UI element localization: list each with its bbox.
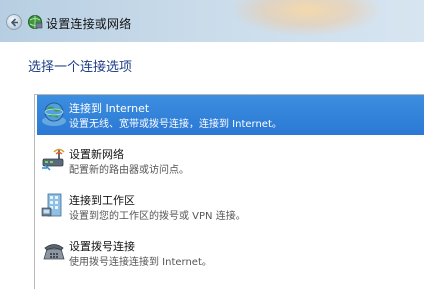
option-description: 使用拨号连接连接到 Internet。 (69, 257, 212, 268)
title-glow (232, 0, 382, 36)
option-title: 连接到工作区 (69, 194, 135, 207)
title-bar: 设置连接或网络 (0, 0, 424, 42)
router-icon (42, 148, 65, 171)
option-description: 设置到您的工作区的拨号或 VPN 连接。 (69, 211, 246, 222)
option-description: 配置新的路由器或访问点。 (69, 165, 189, 176)
option-description: 设置无线、宽带或拨号连接，连接到 Internet。 (69, 119, 282, 130)
network-globe-icon (28, 15, 43, 29)
back-arrow-icon (10, 18, 18, 27)
option-title: 设置新网络 (69, 148, 124, 161)
workplace-icon (41, 193, 62, 217)
option-setup-dialup[interactable]: 设置拨号连接 使用拨号连接连接到 Internet。 (37, 233, 424, 273)
option-connect-internet[interactable]: 连接到 Internet 设置无线、宽带或拨号连接，连接到 Internet。 (37, 95, 424, 135)
dialup-phone-icon (43, 244, 65, 260)
option-connect-workplace[interactable]: 连接到工作区 设置到您的工作区的拨号或 VPN 连接。 (37, 187, 424, 227)
connection-options-list[interactable]: 连接到 Internet 设置无线、宽带或拨号连接，连接到 Internet。 … (34, 94, 424, 289)
globe-network-icon (42, 102, 66, 126)
option-title: 设置拨号连接 (69, 240, 135, 253)
content-area: 选择一个连接选项 连接到 Internet 设置无线、宽带或拨号连接，连接到 I… (0, 42, 424, 289)
window-title: 设置连接或网络 (46, 17, 132, 31)
page-heading: 选择一个连接选项 (28, 60, 133, 75)
option-title: 连接到 Internet (69, 102, 150, 115)
back-button[interactable] (6, 14, 22, 30)
option-setup-network[interactable]: 设置新网络 配置新的路由器或访问点。 (37, 141, 424, 181)
